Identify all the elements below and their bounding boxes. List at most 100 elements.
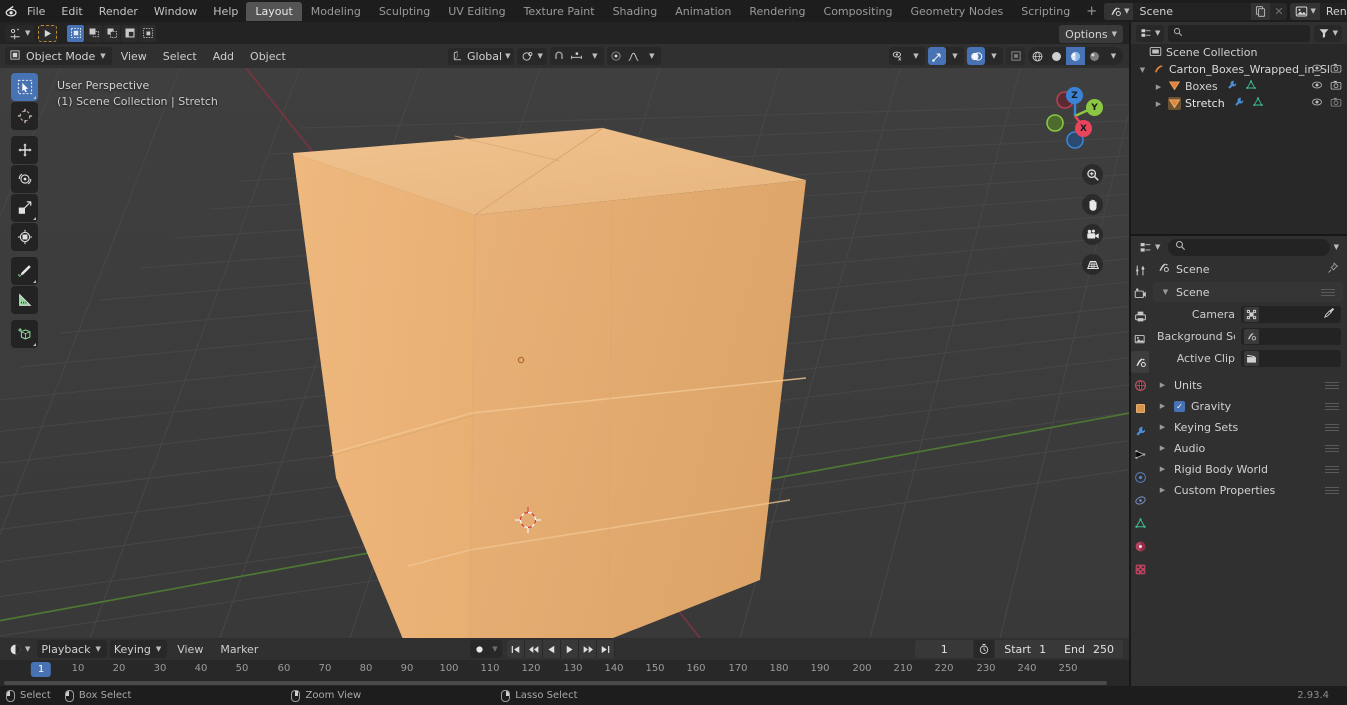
auto-keying-icon[interactable] <box>470 640 488 658</box>
hide-in-viewport-icon[interactable] <box>1311 96 1323 111</box>
shading-wireframe-icon[interactable] <box>1028 47 1047 65</box>
expand-triangle-icon[interactable]: ▶ <box>1157 402 1168 410</box>
tool-measure[interactable] <box>11 286 38 314</box>
scene-panel-header[interactable]: ▼ Scene <box>1153 282 1343 302</box>
add-workspace-button[interactable]: + <box>1079 1 1104 22</box>
tab-modifiers[interactable] <box>1131 423 1149 439</box>
mesh-data-icon[interactable] <box>1245 79 1257 94</box>
shading-solid-icon[interactable] <box>1047 47 1066 65</box>
tool-move[interactable] <box>11 136 38 164</box>
workspace-tab-sculpting[interactable]: Sculpting <box>370 2 439 21</box>
outliner-item-stretch[interactable]: ▶ Stretch <box>1131 95 1347 112</box>
tab-render[interactable] <box>1131 285 1149 301</box>
tool-add-cube[interactable] <box>11 320 38 348</box>
tab-world[interactable] <box>1131 377 1149 393</box>
playback-dropdown[interactable]: Playback ▼ <box>37 640 107 658</box>
properties-editor-type-icon[interactable]: ▼ <box>1135 239 1164 256</box>
tab-scene[interactable] <box>1131 351 1149 373</box>
blender-logo-icon[interactable] <box>4 0 19 22</box>
new-scene-button[interactable] <box>1251 2 1271 20</box>
expand-triangle-icon[interactable]: ▶ <box>1157 444 1168 452</box>
outliner-scene-collection-row[interactable]: Scene Collection <box>1131 44 1347 61</box>
tab-view-layer[interactable] <box>1131 331 1149 347</box>
remove-scene-button[interactable]: ✕ <box>1270 3 1287 20</box>
chevron-down-icon[interactable]: ▼ <box>985 47 1003 65</box>
workspace-tab-shading[interactable]: Shading <box>604 2 667 21</box>
workspace-tab-texture-paint[interactable]: Texture Paint <box>515 2 604 21</box>
viewport-menu-add[interactable]: Add <box>206 48 241 65</box>
chevron-down-icon[interactable]: ▼ <box>586 47 604 65</box>
outliner-filter-icon[interactable]: ▼ <box>1313 24 1342 42</box>
menu-help[interactable]: Help <box>205 3 246 20</box>
expand-triangle-icon[interactable]: ▶ <box>1153 100 1164 108</box>
workspace-tab-animation[interactable]: Animation <box>666 2 740 21</box>
3d-viewport[interactable]: User Perspective (1) Scene Collection | … <box>0 68 1129 638</box>
frame-range-field[interactable]: Start 1 End 250 <box>995 640 1123 658</box>
rigid-body-world-panel[interactable]: ▶ Rigid Body World <box>1149 459 1347 479</box>
tab-texture[interactable] <box>1131 561 1149 577</box>
prev-keyframe-button[interactable] <box>525 640 542 658</box>
modifier-icon[interactable] <box>1226 79 1238 94</box>
menu-render[interactable]: Render <box>91 3 146 20</box>
chevron-down-icon[interactable]: ▼ <box>907 47 925 65</box>
outliner-item-boxes[interactable]: ▶ Boxes <box>1131 78 1347 95</box>
timeline-ruler[interactable]: 1 10 20 30 40 50 60 70 80 90 100 110 120… <box>0 660 1129 680</box>
keying-dropdown[interactable]: Keying ▼ <box>109 640 168 658</box>
zoom-icon[interactable] <box>1082 164 1103 185</box>
timeline-menu-marker[interactable]: Marker <box>213 641 265 658</box>
units-panel[interactable]: ▶ Units <box>1149 375 1347 395</box>
shading-rendered-icon[interactable] <box>1085 47 1104 65</box>
properties-options-chevron-icon[interactable]: ▼ <box>1334 243 1343 251</box>
scene-selector[interactable]: ▼ Scene ✕ <box>1104 2 1288 20</box>
active-clip-field[interactable] <box>1241 349 1341 367</box>
keying-sets-panel[interactable]: ▶ Keying Sets <box>1149 417 1347 437</box>
select-set-icon[interactable] <box>67 24 85 42</box>
timeline-menu-view[interactable]: View <box>170 641 210 658</box>
transform-orientation-dropdown[interactable]: Global ▼ <box>448 47 515 65</box>
tab-particles[interactable] <box>1131 446 1149 462</box>
tool-transform[interactable] <box>11 223 38 251</box>
custom-properties-panel[interactable]: ▶ Custom Properties <box>1149 480 1347 500</box>
chevron-down-icon[interactable]: ▼ <box>1104 47 1123 65</box>
expand-triangle-icon[interactable]: ▼ <box>1161 288 1170 296</box>
expand-triangle-icon[interactable]: ▶ <box>1157 381 1168 389</box>
eyedropper-icon[interactable] <box>1323 307 1338 322</box>
properties-search-input[interactable] <box>1168 238 1330 256</box>
outliner-search-input[interactable] <box>1168 24 1310 42</box>
next-keyframe-button[interactable] <box>579 640 596 658</box>
object-visibility-icon[interactable] <box>889 47 907 65</box>
view-layer-icon[interactable]: ▼ <box>1290 2 1320 20</box>
tab-tool[interactable] <box>1131 262 1149 278</box>
scene-icon[interactable]: ▼ <box>1104 2 1134 20</box>
expand-triangle-icon[interactable]: ▶ <box>1157 465 1168 473</box>
workspace-tab-layout[interactable]: Layout <box>246 1 302 21</box>
view-layer-selector[interactable]: ▼ RenderLayer ✕ <box>1290 2 1347 20</box>
snap-increment-icon[interactable] <box>568 47 586 65</box>
chevron-down-icon[interactable]: ▼ <box>946 47 964 65</box>
tool-cursor[interactable] <box>11 102 38 130</box>
scene-name-field[interactable]: Scene <box>1133 2 1252 20</box>
play-button[interactable] <box>561 640 578 658</box>
jump-to-end-button[interactable] <box>597 640 614 658</box>
select-intersect-icon[interactable] <box>139 24 157 42</box>
outliner-item-collection[interactable]: ▼ Carton_Boxes_Wrapped_in_Sl <box>1131 61 1347 78</box>
playhead[interactable]: 1 <box>30 662 52 677</box>
menu-edit[interactable]: Edit <box>53 3 90 20</box>
select-extend-icon[interactable] <box>85 24 103 42</box>
options-dropdown[interactable]: Options ▼ <box>1059 25 1123 43</box>
viewport-menu-view[interactable]: View <box>114 48 154 65</box>
gravity-panel[interactable]: ▶ ✓ Gravity <box>1149 396 1347 416</box>
chevron-down-icon[interactable]: ▼ <box>488 640 502 658</box>
gravity-checkbox[interactable]: ✓ <box>1174 400 1185 412</box>
pivot-point-dropdown[interactable]: ▼ <box>517 47 547 65</box>
tool-active-indicator[interactable] <box>38 24 58 42</box>
workspace-tab-modeling[interactable]: Modeling <box>302 2 370 21</box>
workspace-tab-scripting[interactable]: Scripting <box>1012 2 1079 21</box>
tab-object-data[interactable] <box>1131 515 1149 531</box>
expand-triangle-icon[interactable]: ▶ <box>1157 486 1168 494</box>
mesh-data-icon[interactable] <box>1252 96 1264 111</box>
background-scene-field[interactable] <box>1241 327 1341 345</box>
play-reverse-button[interactable] <box>543 640 560 658</box>
tab-output[interactable] <box>1131 308 1149 324</box>
expand-triangle-icon[interactable]: ▼ <box>1137 66 1148 74</box>
